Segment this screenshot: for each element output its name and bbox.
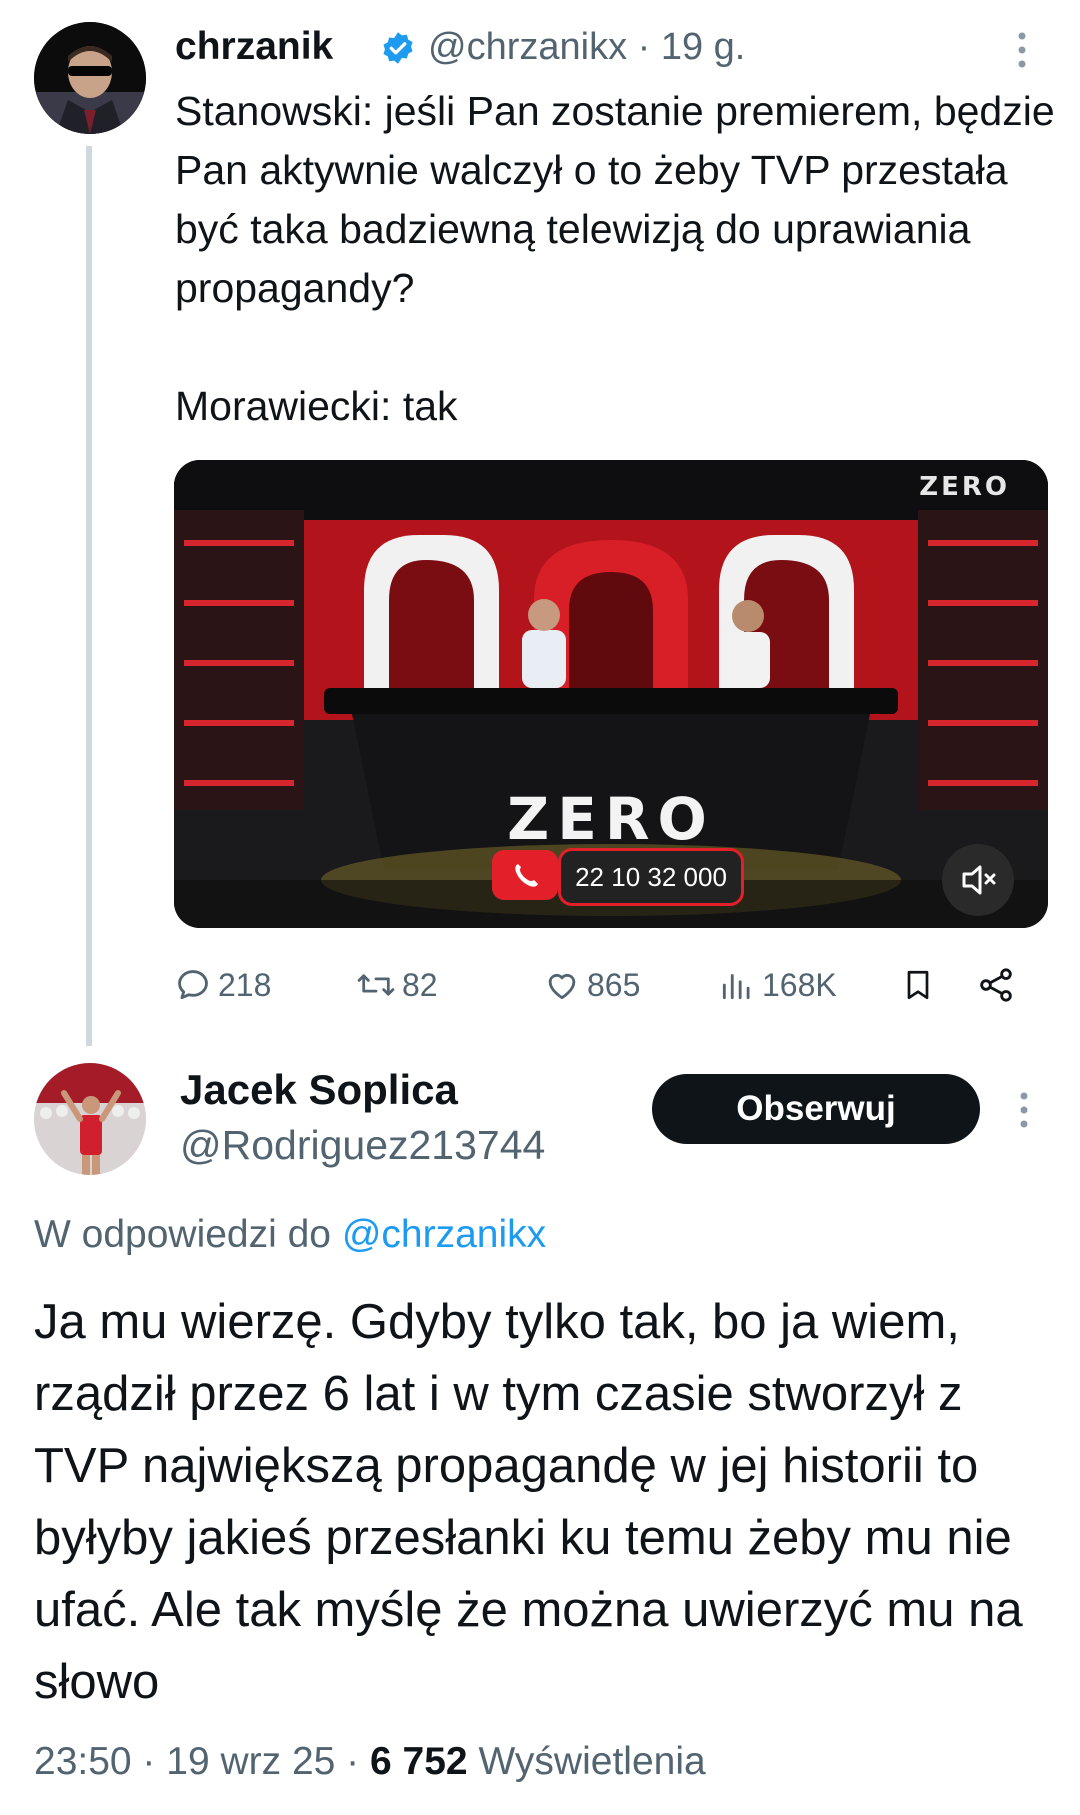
author-avatar[interactable] [34, 22, 146, 134]
mute-icon[interactable] [942, 844, 1014, 916]
channel-logo-corner: ZERO [919, 472, 1010, 502]
more-icon[interactable] [1012, 1090, 1036, 1130]
retweet-button[interactable]: 82 [356, 960, 438, 1010]
like-icon [548, 973, 576, 1000]
tweet-timestamp[interactable]: 23:50 · 19 wrz 25 · [34, 1740, 359, 1783]
retweet-count: 82 [402, 966, 438, 1003]
tweet-meta: 23:50 · 19 wrz 25 · 6 752 Wyświetlenia [34, 1735, 706, 1789]
share-icon[interactable] [976, 960, 1022, 1010]
tweet-text: Stanowski: jeśli Pan zostanie premierem,… [175, 88, 1055, 429]
more-icon[interactable] [1010, 30, 1034, 70]
reply-tweet-text: Ja mu wierzę. Gdyby tylko tak, bo ja wie… [34, 1295, 1023, 1709]
channel-logo-desk: ZERO [507, 785, 715, 853]
author-name[interactable]: chrzanik [175, 22, 333, 72]
phone-icon [492, 850, 558, 900]
video-player[interactable]: ZERO ZERO 22 10 32 000 [174, 460, 1048, 928]
author-handle-time[interactable]: @chrzanikx · 19 g. [428, 22, 745, 72]
reply-button[interactable]: 218 [174, 960, 271, 1010]
views-icon [722, 974, 750, 1000]
reply-mention-link[interactable]: @chrzanikx [342, 1213, 546, 1256]
reply-author-avatar[interactable] [34, 1063, 146, 1175]
reply-count: 218 [218, 966, 272, 1003]
phone-number: 22 10 32 000 [558, 848, 744, 906]
reply-author-name[interactable]: Jacek Soplica [180, 1063, 458, 1117]
follow-button[interactable]: Obserwuj [652, 1074, 980, 1144]
reply-author-handle[interactable]: @Rodriguez213744 [180, 1118, 545, 1172]
reply-prefix: W odpowiedzi do [34, 1213, 331, 1256]
thread-connector-line [86, 146, 92, 1046]
views-total: 6 752 [370, 1740, 468, 1783]
like-button[interactable]: 865 [543, 960, 640, 1010]
reply-icon [178, 970, 208, 1000]
retweet-icon [357, 974, 395, 996]
views-label: Wyświetlenia [478, 1740, 706, 1783]
views-count: 168K [762, 966, 837, 1003]
views-button[interactable]: 168K [718, 960, 837, 1010]
reply-context: W odpowiedzi do @chrzanikx [34, 1208, 546, 1262]
bookmark-icon[interactable] [900, 960, 942, 1010]
verified-badge-icon [380, 30, 416, 66]
like-count: 865 [587, 966, 641, 1003]
